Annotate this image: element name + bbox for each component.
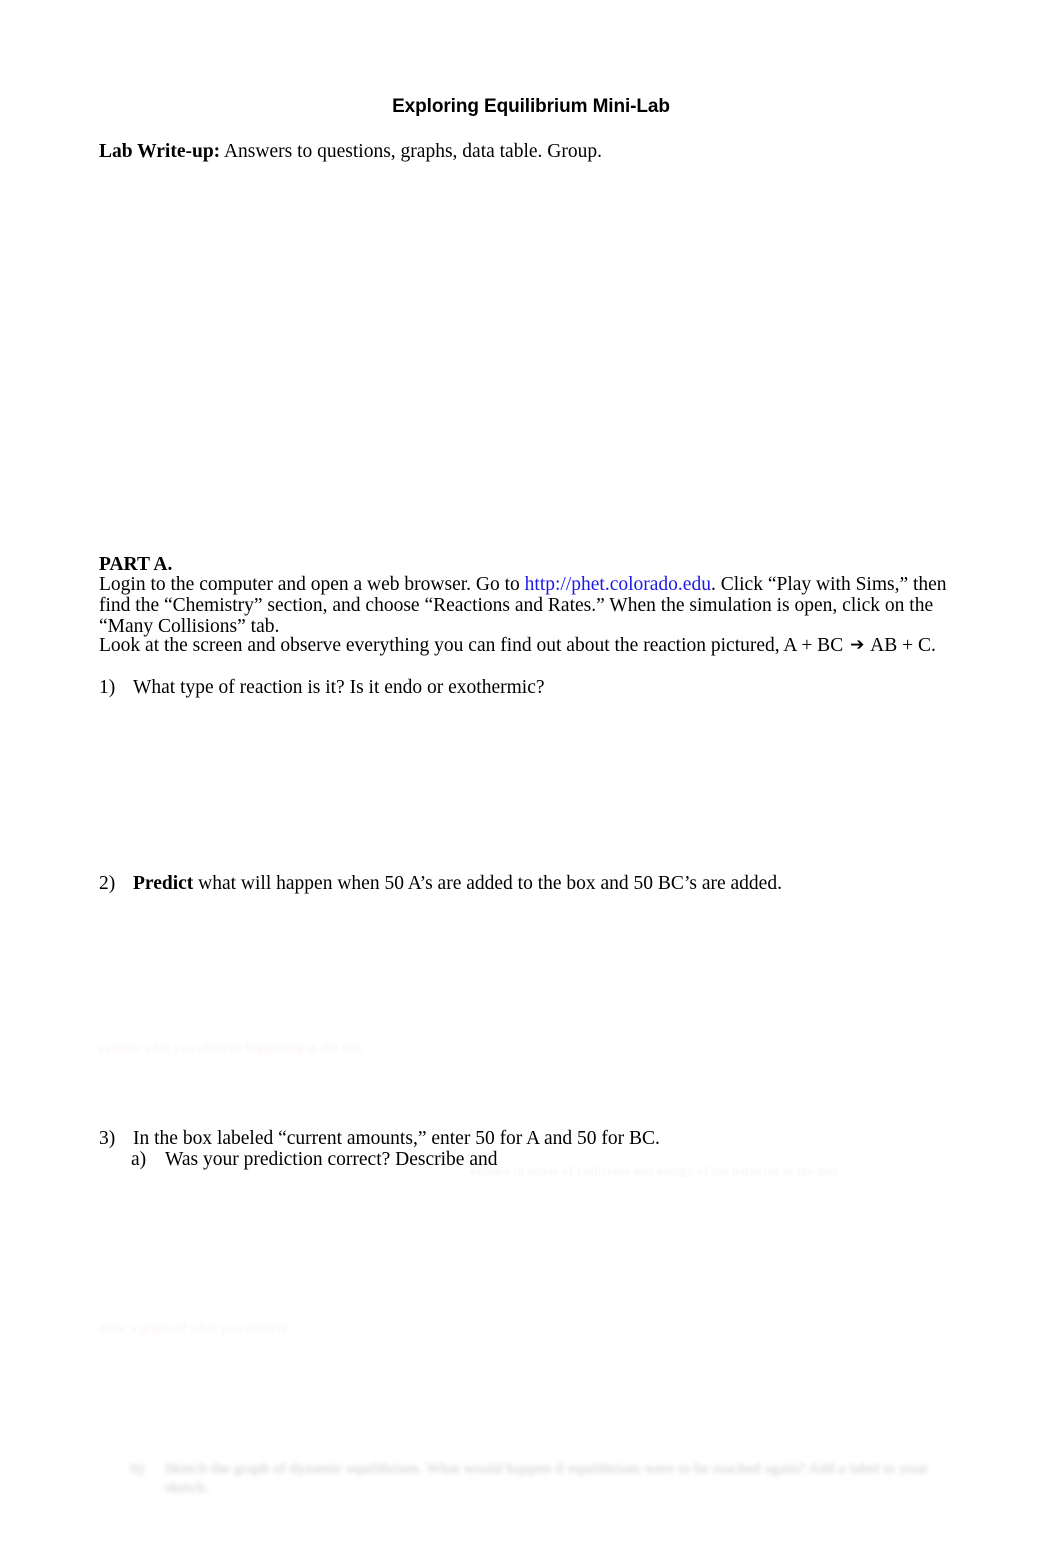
figure-placeholder: [99, 180, 974, 540]
faded-artifact-block-marker: b): [131, 1461, 144, 1477]
faded-artifact-block: b) Sketch the graph of dynamic equilibri…: [131, 1460, 961, 1498]
question-3-marker: 3): [99, 1128, 116, 1149]
part-a-heading: PART A.: [99, 554, 173, 575]
faded-artifact-line-1: explain what you observe happening in th…: [99, 1040, 363, 1055]
question-3a-marker: a): [131, 1149, 147, 1170]
question-2-body: Predict what will happen when 50 A’s are…: [133, 873, 974, 894]
part-a-instructions: Login to the computer and open a web bro…: [99, 574, 974, 637]
question-3-text: In the box labeled “current amounts,” en…: [133, 1128, 660, 1149]
document-page: Exploring Equilibrium Mini-Lab Lab Write…: [0, 0, 1062, 1556]
list-item-question-1: 1) What type of reaction is it? Is it en…: [99, 677, 974, 698]
list-item-question-3a: a) Was your prediction correct? Describe…: [131, 1149, 976, 1170]
list-item-question-3: 3) In the box labeled “current amounts,”…: [99, 1128, 974, 1149]
instructions-lead: Login to the computer and open a web bro…: [99, 574, 525, 595]
observe-lead: Look at the screen and observe everythin…: [99, 635, 849, 656]
lab-writeup-text: Answers to questions, graphs, data table…: [220, 141, 602, 162]
page-title: Exploring Equilibrium Mini-Lab: [392, 96, 670, 117]
question-2-bold-lead: Predict: [133, 873, 194, 894]
question-2-marker: 2): [99, 873, 116, 894]
question-1-text: What type of reaction is it? Is it endo …: [133, 677, 545, 698]
question-3a-text: Was your prediction correct? Describe an…: [165, 1149, 498, 1170]
observe-tail: AB + C.: [866, 635, 936, 656]
question-2-text: what will happen when 50 A’s are added t…: [193, 873, 782, 894]
lab-writeup-line: Lab Write-up: Answers to questions, grap…: [99, 141, 974, 162]
question-1-marker: 1): [99, 677, 116, 698]
faded-artifact-line-2: draw a graph of what you observe: [99, 1320, 289, 1335]
lab-writeup-label: Lab Write-up:: [99, 141, 221, 162]
list-item-question-2: 2) Predict what will happen when 50 A’s …: [99, 873, 974, 894]
reaction-arrow-icon: ➔: [850, 635, 865, 655]
faded-artifact-block-text: Sketch the graph of dynamic equilibrium.…: [165, 1461, 928, 1496]
observe-reaction-line: Look at the screen and observe everythin…: [99, 635, 974, 657]
phet-website-link[interactable]: http://phet.colorado.edu: [525, 574, 711, 595]
